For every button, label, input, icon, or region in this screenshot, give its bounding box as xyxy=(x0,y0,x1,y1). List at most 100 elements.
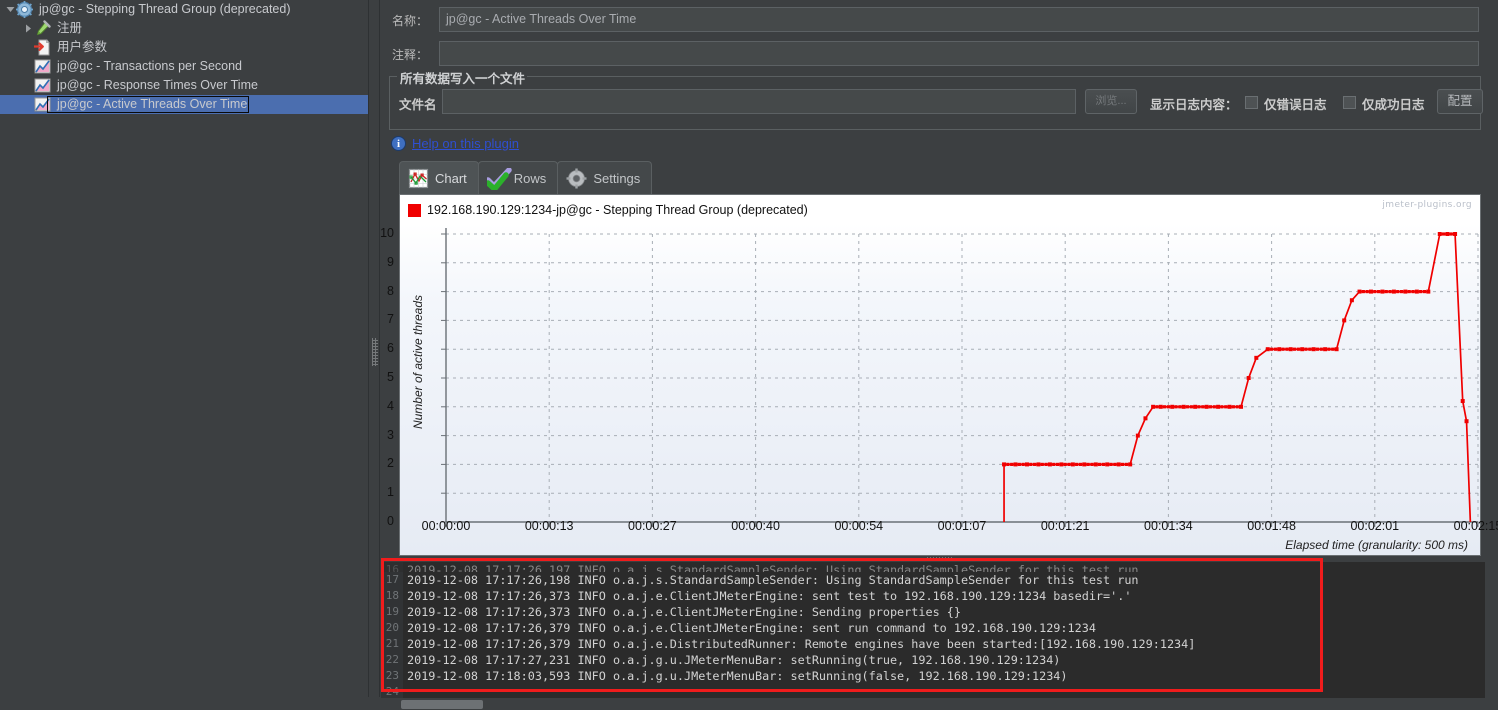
log-console[interactable]: 16 2019-12-08 17:17:26,197 INFO o.a.j.s.S… xyxy=(381,556,1498,710)
x-tick-label: 00:00:54 xyxy=(834,519,884,533)
y-axis-label: Number of active threads xyxy=(411,294,425,430)
chart-tab-icon xyxy=(408,168,429,189)
console-log-text[interactable]: 16 2019-12-08 17:17:26,197 INFO o.a.j.s.S… xyxy=(381,562,1498,698)
y-tick-label: 7 xyxy=(387,312,394,327)
x-tick-label: 00:00:00 xyxy=(421,519,471,533)
y-tick-label: 8 xyxy=(387,283,394,298)
y-tick-label: 1 xyxy=(387,485,394,500)
help-row: i Help on this plugin xyxy=(391,136,519,151)
log-line-number: 22 xyxy=(381,652,403,668)
tree-item-label: 用户参数 xyxy=(57,40,108,54)
listener-tabs[interactable]: Chart Rows Settings xyxy=(399,161,653,194)
y-tick-label: 2 xyxy=(387,456,394,471)
log-line: 19 2019-12-08 17:17:26,373 INFO o.a.j.e.C… xyxy=(381,604,1498,620)
user-parameters-icon xyxy=(33,39,53,56)
x-tick-label: 00:01:07 xyxy=(937,519,987,533)
log-line-number: 20 xyxy=(381,620,403,636)
browse-button[interactable]: 浏览... xyxy=(1085,89,1137,114)
tree-item-label: jp@gc - Stepping Thread Group (deprecate… xyxy=(39,2,291,16)
x-tick-label: 00:00:27 xyxy=(628,519,677,533)
filename-input[interactable] xyxy=(442,89,1076,114)
errors-only-checkbox[interactable] xyxy=(1245,96,1258,109)
name-input[interactable]: jp@gc - Active Threads Over Time xyxy=(439,7,1479,32)
log-line-number: 21 xyxy=(381,636,403,652)
x-tick-label: 00:01:48 xyxy=(1247,519,1296,533)
y-tick-label: 0 xyxy=(387,514,394,528)
tree-item-2[interactable]: 用户参数 xyxy=(0,38,368,57)
tab-rows[interactable]: Rows xyxy=(477,161,559,194)
x-tick-label: 00:00:13 xyxy=(524,519,574,533)
x-tick-label: 00:01:34 xyxy=(1144,519,1193,533)
console-splitter-grip[interactable] xyxy=(927,557,953,561)
tree-item-1[interactable]: 注册 xyxy=(0,19,368,38)
y-tick-label: 4 xyxy=(387,398,394,413)
x-axis-label: Elapsed time (granularity: 500 ms) xyxy=(1285,538,1468,552)
y-tick-label: 5 xyxy=(387,370,394,384)
tree-item-3[interactable]: jp@gc - Transactions per Second xyxy=(0,57,368,76)
y-tick-label: 6 xyxy=(387,341,394,356)
y-tick-label: 3 xyxy=(387,427,394,442)
success-only-label[interactable]: 仅成功日志 xyxy=(1362,94,1425,113)
chart-plot-area xyxy=(441,228,1479,527)
log-line-number: 19 xyxy=(381,604,403,620)
status-bar xyxy=(0,697,381,710)
gear-tab-icon xyxy=(566,168,587,189)
y-tick-label: 9 xyxy=(387,254,394,269)
tab-settings[interactable]: Settings xyxy=(557,161,653,194)
console-hscroll-thumb[interactable] xyxy=(401,700,483,709)
tree-item-5[interactable]: jp@gc - Active Threads Over Time xyxy=(0,95,368,114)
console-vertical-scrollbar[interactable] xyxy=(1485,562,1498,698)
errors-only-label[interactable]: 仅错误日志 xyxy=(1264,94,1327,113)
log-line: 23 2019-12-08 17:18:03,593 INFO o.a.j.g.u… xyxy=(381,668,1498,684)
log-line: 24 xyxy=(381,684,1498,698)
active-threads-chart[interactable]: 192.168.190.129:1234-jp@gc - Stepping Th… xyxy=(380,194,1498,556)
tree-item-0[interactable]: jp@gc - Stepping Thread Group (deprecate… xyxy=(0,0,368,19)
info-icon: i xyxy=(391,136,406,151)
group-border-right xyxy=(502,76,1481,77)
test-plan-tree[interactable]: jp@gc - Stepping Thread Group (deprecate… xyxy=(0,0,368,710)
comment-input[interactable] xyxy=(439,41,1479,66)
x-tick-label: 00:02:01 xyxy=(1350,519,1400,533)
x-tick-label: 00:00:40 xyxy=(731,519,780,533)
tab-chart[interactable]: Chart xyxy=(399,161,479,194)
show-log-content-label: 显示日志内容： xyxy=(1150,98,1238,112)
log-line-clipped: 16 2019-12-08 17:17:26,197 INFO o.a.j.s.S… xyxy=(381,562,1498,572)
tree-item-label: jp@gc - Response Times Over Time xyxy=(57,78,258,92)
console-horizontal-scrollbar[interactable] xyxy=(381,698,1498,710)
help-on-this-plugin-link[interactable]: Help on this plugin xyxy=(412,136,519,151)
x-tick-label: 00:02:15 xyxy=(1453,519,1498,533)
comment-label: 注释： xyxy=(392,48,429,62)
filename-label: 文件名 xyxy=(399,98,437,112)
twisty-expanded-icon[interactable] xyxy=(4,5,16,14)
group-title: 所有数据写入一个文件 xyxy=(398,68,528,87)
log-line: 17 2019-12-08 17:17:26,198 INFO o.a.j.s.S… xyxy=(381,572,1498,588)
gear-icon xyxy=(16,1,35,18)
log-line: 20 2019-12-08 17:17:26,379 INFO o.a.j.e.C… xyxy=(381,620,1498,636)
log-line-number: 23 xyxy=(381,668,403,684)
group-border-left xyxy=(389,76,397,77)
log-line: 18 2019-12-08 17:17:26,373 INFO o.a.j.e.C… xyxy=(381,588,1498,604)
log-line-text: 2019-12-08 17:17:26,198 INFO o.a.j.s.Sta… xyxy=(407,573,1139,587)
jmeter-window: jp@gc - Stepping Thread Group (deprecate… xyxy=(0,0,1498,710)
tree-item-label: jp@gc - Transactions per Second xyxy=(57,59,243,73)
write-all-data-to-file-group: 所有数据写入一个文件 文件名 浏览... 显示日志内容： 仅错误日志 仅成功日志… xyxy=(389,68,1483,130)
success-only-checkbox[interactable] xyxy=(1343,96,1356,109)
log-line-text: 2019-12-08 17:17:26,373 INFO o.a.j.e.Cli… xyxy=(407,605,961,619)
chart-listener-icon xyxy=(34,96,53,113)
tree-item-4[interactable]: jp@gc - Response Times Over Time xyxy=(0,76,368,95)
log-line-text: 2019-12-08 17:17:26,379 INFO o.a.j.e.Dis… xyxy=(407,637,1196,651)
log-line: 22 2019-12-08 17:17:27,231 INFO o.a.j.g.u… xyxy=(381,652,1498,668)
checkmark-tab-icon xyxy=(485,166,512,192)
log-line-text: 2019-12-08 17:18:03,593 INFO o.a.j.g.u.J… xyxy=(407,669,1068,683)
log-line-number: 18 xyxy=(381,588,403,604)
tab-label: Rows xyxy=(513,170,547,186)
pipette-icon xyxy=(34,20,53,37)
tab-label: Settings xyxy=(593,170,641,186)
twisty-collapsed-icon[interactable] xyxy=(22,24,34,33)
tab-label: Chart xyxy=(435,170,467,186)
configure-button[interactable]: 配置 xyxy=(1437,89,1483,114)
log-line-text: 2019-12-08 17:17:26,379 INFO o.a.j.e.Cli… xyxy=(407,621,1096,635)
chart-canvas: 192.168.190.129:1234-jp@gc - Stepping Th… xyxy=(380,195,1498,555)
log-line-text: 2019-12-08 17:17:26,373 INFO o.a.j.e.Cli… xyxy=(407,589,1132,603)
x-tick-label: 00:01:21 xyxy=(1040,519,1090,533)
